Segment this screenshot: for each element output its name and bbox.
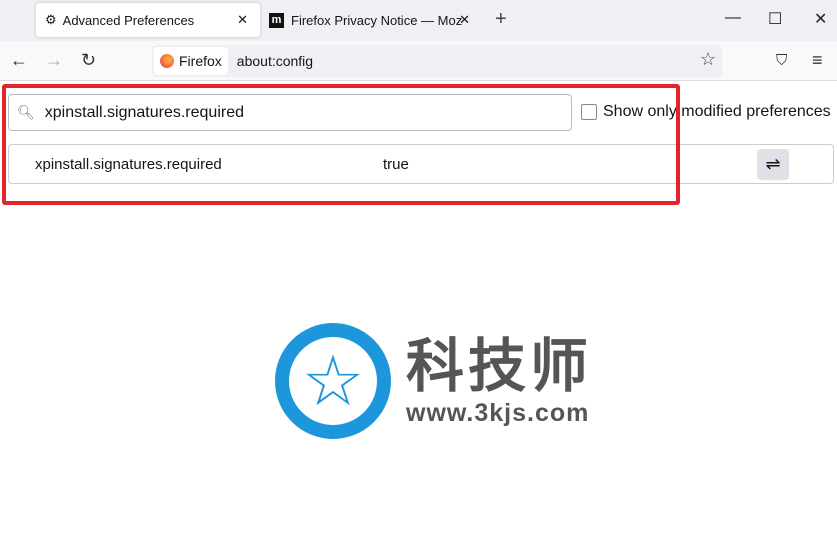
close-window-button[interactable]: ✕: [814, 9, 827, 29]
back-button[interactable]: ←: [10, 50, 28, 71]
mozilla-icon: m: [269, 12, 284, 28]
tab-label: Firefox Privacy Notice — Moz: [291, 12, 463, 28]
reload-button[interactable]: ↻: [81, 50, 96, 71]
toggle-icon: ⇌: [765, 154, 781, 174]
highlight-box: [2, 84, 680, 205]
new-tab-button[interactable]: +: [495, 8, 507, 31]
identity-box[interactable]: Firefox: [154, 47, 228, 75]
close-tab-icon[interactable]: ✕: [237, 12, 248, 28]
toggle-button[interactable]: ⇌: [757, 149, 789, 180]
tab-advanced-preferences[interactable]: ⚙ Advanced Preferences ✕: [36, 3, 260, 37]
pocket-icon[interactable]: ⛉: [776, 52, 787, 69]
nav-bar: ← → ↻ Firefox about:config ☆ ⛉ ≡: [0, 41, 837, 81]
watermark-url: www.3kjs.com: [406, 398, 590, 427]
star-logo-icon: ☆: [275, 323, 391, 439]
watermark-logo: ☆ 科技师 www.3kjs.com: [275, 323, 592, 439]
tab-label: Advanced Preferences: [62, 12, 195, 28]
url-bar[interactable]: Firefox about:config ☆: [152, 45, 722, 77]
close-tab-icon[interactable]: ✕: [459, 12, 470, 28]
identity-label: Firefox: [179, 53, 222, 69]
maximize-button[interactable]: ☐: [768, 9, 782, 29]
url-text[interactable]: about:config: [237, 53, 313, 69]
bookmark-star-icon[interactable]: ☆: [700, 49, 716, 70]
watermark-title: 科技师: [406, 333, 593, 399]
menu-icon[interactable]: ≡: [812, 50, 823, 71]
firefox-icon: [160, 54, 174, 68]
minimize-button[interactable]: —: [725, 9, 741, 27]
forward-button[interactable]: →: [45, 50, 63, 71]
tab-bar: ⚙ Advanced Preferences ✕ m Firefox Priva…: [0, 0, 837, 41]
tab-privacy-notice[interactable]: m Firefox Privacy Notice — Moz ✕: [262, 3, 474, 37]
gear-icon: ⚙: [45, 12, 57, 27]
